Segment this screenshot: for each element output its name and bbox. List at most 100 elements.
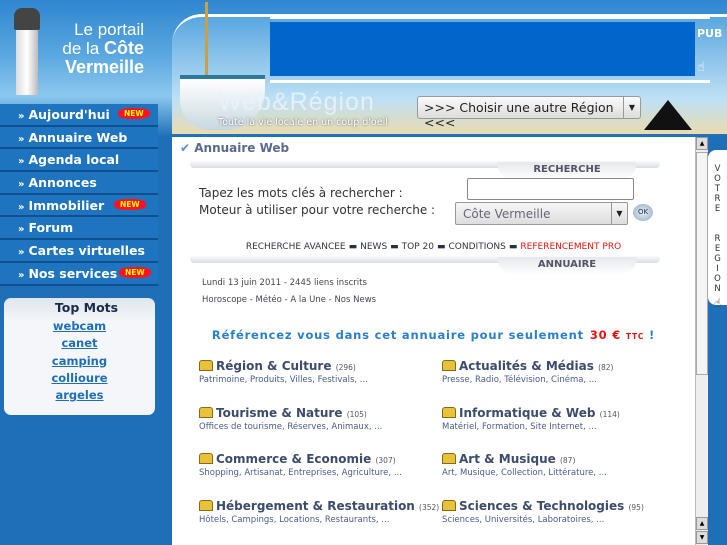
double-chevron-icon: » bbox=[18, 111, 25, 122]
category-count: (296) bbox=[335, 363, 356, 372]
sub-nav-link[interactable]: A la Une bbox=[290, 295, 326, 305]
scrollbar-thumb[interactable] bbox=[696, 152, 708, 375]
sidebar-item-label: Immobilier bbox=[28, 197, 105, 213]
sidebar-item[interactable]: » Nos services NEW bbox=[0, 262, 158, 286]
top-mot-link[interactable]: canet bbox=[4, 335, 155, 352]
scroll-up-icon[interactable]: ▲ bbox=[696, 137, 708, 150]
sidebar-item[interactable]: » Annonces bbox=[0, 172, 158, 195]
category-subtitle[interactable]: Shopping, Artisanat, Entreprises, Agricu… bbox=[199, 468, 449, 478]
votre-region-tab[interactable]: V O T R E R E G I O N ☝ bbox=[708, 150, 727, 309]
lighthouse-lamp bbox=[14, 8, 40, 30]
pub-text: PUB bbox=[697, 27, 723, 40]
scroll-down-icon[interactable]: ▼ bbox=[696, 531, 708, 544]
top-mot-link[interactable]: webcam bbox=[4, 318, 155, 335]
portal-title[interactable]: Le portail de la Côte Vermeille bbox=[62, 20, 144, 77]
category-name[interactable]: Région & Culture bbox=[216, 359, 332, 373]
region-select[interactable]: >>> Choisir une autre Région <<< ▼ bbox=[417, 96, 641, 130]
category-name[interactable]: Hébergement & Restauration bbox=[216, 499, 415, 513]
sidebar-item[interactable]: » Annuaire Web bbox=[0, 126, 158, 150]
sub-nav-link[interactable]: Nos News bbox=[334, 295, 376, 305]
date-line: Lundi 13 juin 2011 - 2445 liens inscrits bbox=[202, 278, 367, 288]
sub-nav-link[interactable]: Horoscope bbox=[202, 295, 247, 305]
top-mot-link[interactable]: collioure bbox=[4, 370, 155, 387]
logo-triangle-icon bbox=[644, 100, 692, 130]
keywords-input[interactable] bbox=[467, 178, 634, 200]
category-name[interactable]: Actualités & Médias bbox=[459, 359, 594, 373]
category-title[interactable]: Tourisme & Nature (105) bbox=[199, 406, 449, 420]
category-title[interactable]: Commerce & Economie (307) bbox=[199, 452, 449, 466]
search-link[interactable]: NEWS bbox=[360, 242, 387, 252]
category: Actualités & Médias (82) Presse, Radio, T… bbox=[442, 359, 692, 385]
category-subtitle[interactable]: Matériel, Formation, Site Internet, ... bbox=[442, 422, 692, 432]
sidebar-item-label: Aujourd'hui bbox=[28, 107, 110, 122]
new-badge: NEW bbox=[119, 266, 151, 278]
ok-button[interactable]: OK bbox=[633, 204, 653, 221]
new-badge: NEW bbox=[114, 198, 146, 210]
book-icon bbox=[199, 453, 213, 464]
category: Informatique & Web (114) Matériel, Format… bbox=[442, 406, 692, 432]
search-link[interactable]: CONDITIONS bbox=[449, 242, 506, 252]
annuaire-tab: ANNUAIRE bbox=[497, 257, 637, 275]
tagline: Toute la vie locale en un coup d'oeil bbox=[218, 117, 388, 128]
category-title[interactable]: Hébergement & Restauration (352) bbox=[199, 499, 449, 513]
double-chevron-icon: » bbox=[18, 247, 25, 259]
category-subtitle[interactable]: Art, Musique, Collection, Littérature, .… bbox=[442, 468, 692, 478]
promo-banner[interactable]: Référencez vous dans cet annuaire pour s… bbox=[172, 328, 695, 342]
sidebar-item[interactable]: » Immobilier NEW bbox=[0, 194, 158, 218]
sidebar-item-label: Nos services bbox=[28, 265, 118, 281]
chevron-down-icon: ▼ bbox=[623, 97, 640, 118]
category-count: (95) bbox=[628, 502, 644, 512]
category-count: (307) bbox=[375, 456, 396, 465]
scroll-up-icon[interactable]: ▲ bbox=[696, 517, 708, 530]
sidebar-item[interactable]: » Forum bbox=[0, 217, 158, 241]
category-title[interactable]: Informatique & Web (114) bbox=[442, 406, 692, 420]
category-name[interactable]: Commerce & Economie bbox=[216, 452, 371, 466]
category: Sciences & Technologies (95) Sciences, Un… bbox=[442, 499, 692, 525]
category-title[interactable]: Art & Musique (87) bbox=[442, 452, 692, 466]
book-icon bbox=[199, 406, 213, 418]
double-chevron-icon: » bbox=[18, 201, 25, 213]
search-link[interactable]: REFERENCEMENT PRO bbox=[520, 242, 621, 252]
category-name[interactable]: Art & Musique bbox=[459, 452, 556, 466]
breadcrumb: ✔ Annuaire Web bbox=[180, 141, 290, 155]
book-icon bbox=[442, 360, 456, 371]
top-mot-link[interactable]: camping bbox=[4, 353, 155, 370]
sidebar-item[interactable]: » Cartes virtuelles bbox=[0, 240, 158, 263]
category-subtitle[interactable]: Hôtels, Campings, Locations, Restaurants… bbox=[199, 515, 449, 525]
category-count: (105) bbox=[346, 409, 367, 419]
divider bbox=[270, 16, 710, 19]
category-subtitle[interactable]: Presse, Radio, Télévision, Cinéma, ... bbox=[442, 375, 692, 385]
search-links: RECHERCHE AVANCEE ▬ NEWS ▬ TOP 20 ▬ CONDITIONS… bbox=[172, 242, 695, 252]
scrollbar[interactable]: ▲ ▲ ▼ bbox=[695, 137, 708, 545]
category-subtitle[interactable]: Sciences, Universités, Laboratoires, ... bbox=[442, 515, 692, 525]
category-subtitle[interactable]: Offices de tourisme, Réserves, Animaux, … bbox=[199, 422, 449, 432]
book-icon bbox=[199, 499, 213, 511]
engine-label: Moteur à utiliser pour votre recherche : bbox=[199, 203, 436, 217]
double-chevron-icon: » bbox=[18, 269, 25, 281]
sidebar-item[interactable]: » Aujourd'hui NEW bbox=[0, 104, 158, 127]
main-content: ✔ Annuaire Web RECHERCHE Tapez les mots … bbox=[172, 137, 695, 545]
pub-label[interactable]: PUB bbox=[697, 28, 722, 39]
category-name[interactable]: Informatique & Web bbox=[459, 406, 595, 420]
category: Art & Musique (87) Art, Musique, Collecti… bbox=[442, 452, 692, 478]
category-name[interactable]: Tourisme & Nature bbox=[216, 406, 343, 420]
category-subtitle[interactable]: Patrimoine, Produits, Villes, Festivals,… bbox=[199, 375, 449, 385]
sidebar-item-label: Annuaire Web bbox=[28, 129, 128, 145]
search-link[interactable]: RECHERCHE AVANCEE bbox=[246, 242, 346, 252]
ad-banner[interactable] bbox=[270, 22, 695, 76]
sidebar-item-label: Forum bbox=[28, 220, 74, 236]
search-link[interactable]: TOP 20 bbox=[402, 242, 434, 252]
sidebar-item-label: Cartes virtuelles bbox=[28, 243, 145, 259]
top-mots-title: Top Mots bbox=[54, 300, 119, 315]
category-title[interactable]: Sciences & Technologies (95) bbox=[442, 499, 692, 513]
sub-nav-link[interactable]: Météo bbox=[256, 295, 282, 305]
boat-mast bbox=[205, 2, 208, 80]
category: Hébergement & Restauration (352) Hôtels, … bbox=[199, 499, 449, 525]
engine-select[interactable]: Côte Vermeille ▼ bbox=[455, 202, 628, 225]
category-name[interactable]: Sciences & Technologies bbox=[459, 499, 624, 513]
double-chevron-icon: » bbox=[18, 133, 25, 145]
sidebar-item[interactable]: » Agenda local bbox=[0, 149, 158, 173]
top-mot-link[interactable]: argeles bbox=[4, 387, 155, 404]
category-title[interactable]: Actualités & Médias (82) bbox=[442, 359, 692, 373]
category-title[interactable]: Région & Culture (296) bbox=[199, 359, 449, 373]
